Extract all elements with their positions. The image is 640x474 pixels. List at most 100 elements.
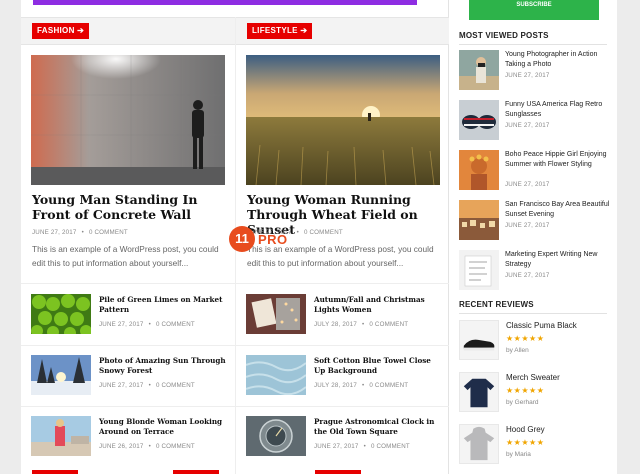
list-item: Prague Astronomical Clock in the Old Tow…	[236, 416, 446, 464]
rating-stars: ★★★★★	[506, 334, 545, 343]
list-item-meta: JUNE 26, 2017 • 0 COMMENT	[99, 443, 195, 450]
divider	[459, 44, 607, 45]
featured-post-meta: JUNE 27, 2017 • 0 COMMENT	[32, 229, 128, 236]
post-comments[interactable]: 0 COMMENT	[369, 382, 408, 389]
eleven-pro-logo: 11 PRO	[229, 226, 288, 252]
thumb-snowy-forest[interactable]	[31, 355, 91, 395]
review-product-name[interactable]: Hood Grey	[506, 425, 545, 434]
post-comments[interactable]: 0 COMMENT	[156, 321, 195, 328]
thumb-photographer[interactable]	[459, 50, 499, 90]
page: FASHION ➔ Young Man Standing In Front of…	[0, 0, 640, 474]
page-margin	[617, 0, 640, 474]
review-item: Classic Puma Black ★★★★★ by Allen	[459, 320, 609, 364]
thumb-blonde-woman-terrace[interactable]	[31, 416, 91, 456]
post-comments[interactable]: 0 COMMENT	[89, 229, 128, 236]
thumb-prague-clock[interactable]	[246, 416, 306, 456]
category-badge-lifestyle[interactable]: LIFESTYLE ➔	[247, 23, 313, 39]
list-item: Photo of Amazing Sun Through Snowy Fores…	[21, 355, 231, 403]
thumb-green-limes[interactable]	[31, 294, 91, 334]
thumb-san-francisco[interactable]	[459, 200, 499, 240]
divider	[459, 313, 607, 314]
review-product-name[interactable]: Classic Puma Black	[506, 321, 577, 330]
post-date: JUNE 27, 2017	[32, 229, 77, 236]
list-item-title[interactable]: Photo of Amazing Sun Through Snowy Fores…	[99, 356, 227, 376]
list-item: Young Blonde Woman Looking Around on Ter…	[21, 416, 231, 464]
rating-stars: ★★★★★	[506, 386, 545, 395]
next-section-badge	[32, 470, 78, 474]
post-date: JULY 28, 2017	[314, 382, 357, 389]
divider	[21, 283, 235, 284]
thumb-puma-shoe[interactable]	[459, 320, 499, 360]
review-author: by Maria	[506, 451, 531, 458]
featured-post-excerpt: This is an example of a WordPress post, …	[32, 244, 219, 268]
most-viewed-item: Funny USA America Flag Retro Sunglasses …	[459, 100, 609, 144]
list-item: Soft Cotton Blue Towel Close Up Backgrou…	[236, 355, 446, 403]
review-author: by Allen	[506, 347, 529, 354]
list-item-meta: JUNE 27, 2017 • 0 COMMENT	[314, 443, 410, 450]
thumb-marketing-expert[interactable]	[459, 250, 499, 290]
top-banner-bar	[33, 0, 417, 5]
next-section-badge	[315, 470, 361, 474]
post-date: JUNE 27, 2017	[505, 72, 550, 79]
category-column-fashion: FASHION ➔ Young Man Standing In Front of…	[21, 17, 235, 474]
most-viewed-item: Boho Peace Hippie Girl Enjoying Summer w…	[459, 150, 609, 194]
post-comments[interactable]: 0 COMMENT	[156, 443, 195, 450]
post-date: JUNE 27, 2017	[314, 443, 359, 450]
list-item-title[interactable]: Autumn/Fall and Christmas Lights Women	[314, 295, 442, 315]
subscribe-button[interactable]: SUBSCRIBE	[469, 0, 599, 20]
divider	[21, 406, 235, 407]
post-date: JUNE 27, 2017	[505, 272, 550, 279]
thumb-hood-grey[interactable]	[459, 424, 499, 464]
list-item-title[interactable]: Young Blonde Woman Looking Around on Ter…	[99, 417, 227, 437]
most-viewed-title[interactable]: San Francisco Bay Area Beautiful Sunset …	[505, 200, 611, 220]
featured-image-wheat-field-sunset[interactable]	[246, 55, 440, 185]
post-date: JUNE 27, 2017	[99, 382, 144, 389]
featured-post-title[interactable]: Young Man Standing In Front of Concrete …	[32, 192, 232, 222]
list-item-meta: JULY 28, 2017 • 0 COMMENT	[314, 321, 409, 328]
category-strip: LIFESTYLE ➔	[236, 17, 449, 45]
review-item: Merch Sweater ★★★★★ by Gerhard	[459, 372, 609, 416]
list-item-meta: JUNE 27, 2017 • 0 COMMENT	[99, 321, 195, 328]
post-date: JUNE 27, 2017	[505, 181, 550, 188]
category-badge-fashion[interactable]: FASHION ➔	[32, 23, 90, 39]
category-strip: FASHION ➔	[21, 17, 235, 45]
post-comments[interactable]: 0 COMMENT	[304, 229, 343, 236]
post-date: JUNE 26, 2017	[99, 443, 144, 450]
divider	[236, 283, 450, 284]
most-viewed-title[interactable]: Young Photographer in Action Taking a Ph…	[505, 50, 611, 70]
featured-image-man-concrete-wall[interactable]	[31, 55, 225, 185]
post-date: JULY 28, 2017	[314, 321, 357, 328]
most-viewed-title[interactable]: Boho Peace Hippie Girl Enjoying Summer w…	[505, 150, 611, 170]
thumb-boho-girl[interactable]	[459, 150, 499, 190]
list-item-title[interactable]: Soft Cotton Blue Towel Close Up Backgrou…	[314, 356, 442, 376]
post-comments[interactable]: 0 COMMENT	[371, 443, 410, 450]
list-item-title[interactable]: Prague Astronomical Clock in the Old Tow…	[314, 417, 442, 437]
thumb-blue-towel[interactable]	[246, 355, 306, 395]
post-date: JUNE 27, 2017	[505, 122, 550, 129]
list-item: Autumn/Fall and Christmas Lights Women J…	[236, 294, 446, 342]
list-item-meta: JUNE 27, 2017 • 0 COMMENT	[99, 382, 195, 389]
divider	[236, 345, 450, 346]
review-product-name[interactable]: Merch Sweater	[506, 373, 560, 382]
post-date: JUNE 27, 2017	[505, 222, 550, 229]
logo-text: PRO	[258, 231, 288, 247]
sidebar: SUBSCRIBE MOST VIEWED POSTS Young Photog…	[449, 0, 617, 474]
most-viewed-item: San Francisco Bay Area Beautiful Sunset …	[459, 200, 609, 244]
post-comments[interactable]: 0 COMMENT	[156, 382, 195, 389]
review-author: by Gerhard	[506, 399, 539, 406]
divider	[21, 345, 235, 346]
thumb-flag-sunglasses[interactable]	[459, 100, 499, 140]
recent-reviews-heading: RECENT REVIEWS	[459, 300, 534, 309]
divider	[236, 406, 450, 407]
list-item-title[interactable]: Pile of Green Limes on Market Pattern	[99, 295, 227, 315]
most-viewed-heading: MOST VIEWED POSTS	[459, 31, 549, 40]
rating-stars: ★★★★★	[506, 438, 545, 447]
logo-number: 11	[229, 226, 255, 252]
post-date: JUNE 27, 2017	[99, 321, 144, 328]
most-viewed-title[interactable]: Marketing Expert Writing New Strategy	[505, 250, 611, 270]
post-comments[interactable]: 0 COMMENT	[369, 321, 408, 328]
thumb-merch-sweater[interactable]	[459, 372, 499, 412]
list-item: Pile of Green Limes on Market Pattern JU…	[21, 294, 231, 342]
most-viewed-title[interactable]: Funny USA America Flag Retro Sunglasses	[505, 100, 611, 120]
thumb-christmas-lights[interactable]	[246, 294, 306, 334]
